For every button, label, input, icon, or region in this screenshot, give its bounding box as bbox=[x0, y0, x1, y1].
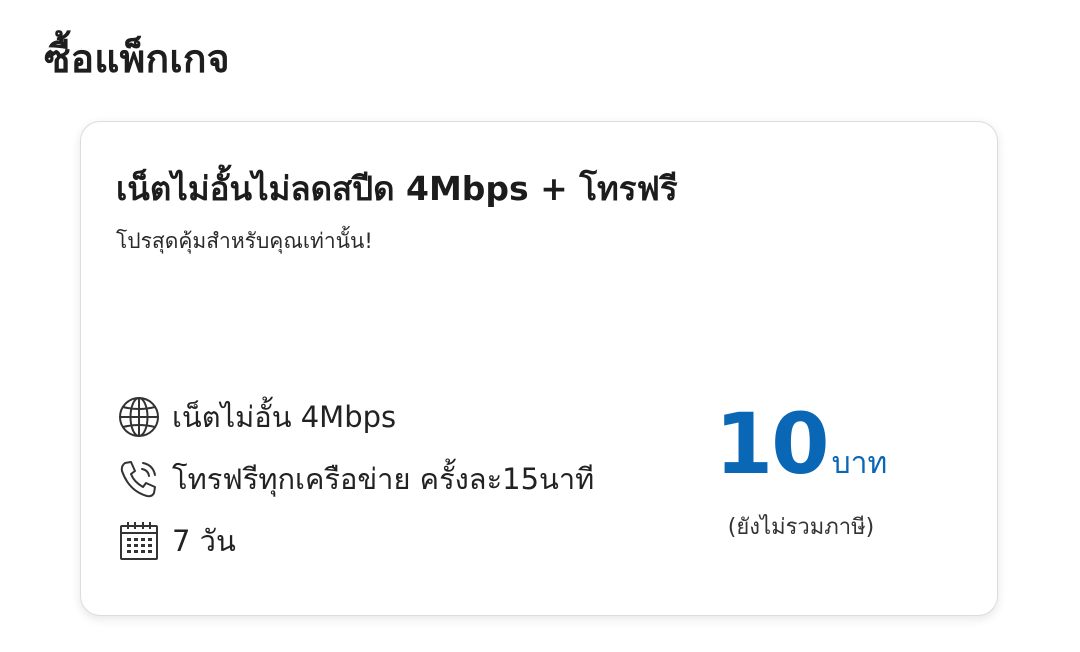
feature-call: โทรฟรีทุกเครือข่าย ครั้งละ15นาที bbox=[116, 456, 594, 502]
price-block: 10 บาท (ยังไม่รวมภาษี) bbox=[701, 402, 901, 544]
feature-internet: เน็ตไม่อั้น 4Mbps bbox=[116, 394, 594, 440]
feature-label: 7 วัน bbox=[172, 524, 236, 558]
feature-label: เน็ตไม่อั้น 4Mbps bbox=[172, 400, 397, 434]
package-card[interactable]: เน็ตไม่อั้นไม่ลดสปีด 4Mbps + โทรฟรี โปรส… bbox=[80, 121, 998, 616]
page: ซื้อแพ็กเกจ เน็ตไม่อั้นไม่ลดสปีด 4Mbps +… bbox=[0, 0, 1080, 652]
globe-icon bbox=[116, 394, 162, 440]
price-amount: 10 bbox=[714, 395, 830, 493]
price-row: 10 บาท bbox=[701, 402, 901, 487]
price-unit: บาท bbox=[831, 446, 888, 481]
page-title: ซื้อแพ็กเกจ bbox=[44, 37, 230, 82]
feature-label: โทรฟรีทุกเครือข่าย ครั้งละ15นาที bbox=[172, 462, 595, 496]
calendar-icon bbox=[116, 518, 162, 564]
feature-duration: 7 วัน bbox=[116, 518, 594, 564]
feature-list: เน็ตไม่อั้น 4Mbps โทรฟรีทุกเครือข่าย ครั… bbox=[116, 394, 594, 580]
package-title: เน็ตไม่อั้นไม่ลดสปีด 4Mbps + โทรฟรี bbox=[116, 169, 678, 208]
phone-call-icon bbox=[116, 456, 162, 502]
package-subtitle: โปรสุดคุ้มสำหรับคุณเท่านั้น! bbox=[116, 229, 373, 253]
price-tax-note: (ยังไม่รวมภาษี) bbox=[727, 515, 875, 540]
